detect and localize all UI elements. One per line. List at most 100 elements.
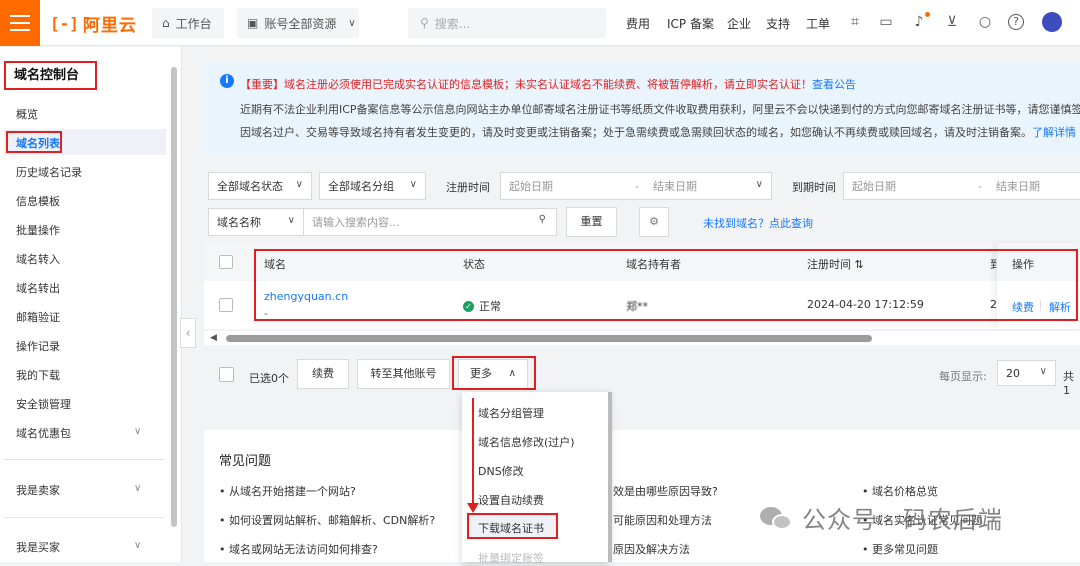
account-resources-select[interactable]: ▣ 账号全部资源 ∨ (237, 8, 359, 38)
nav-ticket[interactable]: 工单 (806, 15, 830, 32)
selected-count: 已选0个 (249, 372, 289, 385)
sidebar-item-domain-list[interactable]: 域名列表 (16, 135, 60, 151)
chevron-down-icon: ∨ (348, 17, 356, 29)
menu-icon[interactable] (0, 0, 40, 46)
faq-panel: 常见问题 • 从域名开始搭建一个网站? • 如何设置网站解析、邮箱解析、CDN解… (204, 430, 1080, 562)
domain-status-value: 全部域名状态 (217, 180, 283, 193)
sidebar-item-email-verify[interactable]: 邮箱验证 (16, 309, 60, 325)
faq-link[interactable]: • 域名或网站无法访问如何排查? (219, 541, 378, 557)
menu-item-dns-modify[interactable]: DNS修改 (478, 463, 524, 479)
learn-more-link[interactable]: 了解详情 (1032, 126, 1076, 139)
sidebar-collapse-button[interactable]: ‹ (180, 318, 196, 348)
exp-time-label: 到期时间 (792, 181, 836, 194)
transfer-account-button[interactable]: 转至其他账号 (357, 359, 450, 389)
account-resources-label: 账号全部资源 (264, 16, 337, 31)
sidebar-item-batch[interactable]: 批量操作 (16, 222, 60, 238)
highlight-box-table (254, 249, 1078, 321)
sidebar-divider (4, 517, 164, 518)
search-icon[interactable]: ⚲ (539, 214, 546, 225)
workbench-button[interactable]: ⌂ 工作台 (152, 8, 224, 38)
scroll-left-icon[interactable]: ◀ (210, 333, 217, 343)
table-hscroll-thumb[interactable] (226, 335, 872, 342)
sidebar-section-seller[interactable]: 我是卖家 (16, 482, 60, 498)
workbench-label: 工作台 (175, 16, 212, 31)
chevron-down-icon: ∨ (1039, 366, 1047, 377)
not-found-query-link[interactable]: 未找到域名？点此查询 (703, 215, 813, 231)
menu-item-download-cert[interactable]: 下载域名证书 (478, 520, 544, 536)
select-all-checkbox[interactable] (219, 255, 233, 269)
reset-button[interactable]: 重置 (566, 207, 617, 237)
nav-cost[interactable]: 费用 (626, 15, 650, 32)
sidebar-item-security-lock[interactable]: 安全锁管理 (16, 396, 71, 412)
terminal-icon[interactable]: ▭ (877, 13, 895, 31)
chevron-down-icon: ∨ (134, 426, 142, 437)
reg-date-range[interactable]: 起始日期 - 结束日期 ∨ (500, 172, 772, 200)
domain-group-value: 全部域名分组 (328, 180, 394, 193)
faq-link[interactable]: 效是由哪些原因导致? (613, 483, 718, 499)
dropdown-scrollbar[interactable] (608, 392, 612, 562)
exp-end-date[interactable]: 结束日期 (996, 178, 1040, 194)
search-input[interactable]: 请输入搜索内容... ⚲ (303, 208, 557, 236)
sidebar-item-templates[interactable]: 信息模板 (16, 193, 60, 209)
nav-enterprise[interactable]: 企业 (727, 15, 751, 32)
faq-link[interactable]: • 如何设置网站解析、邮箱解析、CDN解析? (219, 512, 435, 528)
search-icon: ⚲ (420, 16, 429, 30)
faq-link[interactable]: 原因及解决方法 (613, 541, 690, 557)
sidebar-item-downloads[interactable]: 我的下载 (16, 367, 60, 383)
sidebar-section-buyer[interactable]: 我是买家 (16, 539, 60, 555)
bulk-renew-button[interactable]: 续费 (297, 359, 349, 389)
notice-line-fraud: 近期有不法企业利用ICP备案信息等公示信息向网站主办单位邮寄域名注册证书等纸质文… (240, 103, 1080, 116)
nav-support[interactable]: 支持 (766, 15, 790, 32)
help-icon[interactable]: ? (1008, 14, 1024, 30)
faq-link[interactable]: 可能原因和处理方法 (613, 512, 712, 528)
sidebar-item-transfer-out[interactable]: 域名转出 (16, 280, 60, 296)
chevron-down-icon: ∨ (295, 179, 303, 190)
menu-item-group-manage[interactable]: 域名分组管理 (478, 405, 544, 421)
annotation-arrowhead (467, 503, 479, 513)
info-icon: i (220, 74, 234, 88)
page-size-select[interactable]: 20 ∨ (997, 360, 1056, 386)
notice-banner: i 【重要】域名注册必须使用已完成实名认证的信息模板；未实名认证域名不能续费、将… (204, 62, 1080, 156)
row-checkbox[interactable] (219, 298, 233, 312)
cart-icon[interactable]: ⊻ (943, 13, 961, 31)
sidebar-item-op-log[interactable]: 操作记录 (16, 338, 60, 354)
domain-status-select[interactable]: 全部域名状态 ∨ (208, 172, 312, 200)
avatar[interactable] (1042, 12, 1062, 32)
sidebar-item-coupons[interactable]: 域名优惠包 (16, 425, 71, 441)
exp-start-date[interactable]: 起始日期 (852, 178, 896, 194)
lightbulb-icon[interactable]: ○ (976, 13, 994, 31)
reg-end-date[interactable]: 结束日期 (653, 178, 697, 194)
reg-time-label: 注册时间 (446, 181, 490, 194)
settings-gear-icon[interactable]: ⚙ (639, 207, 669, 237)
notice-line-icp: 因域名过户、交易等导致域名持有者发生变更的，请及时变更或注销备案；处于急需续费或… (240, 124, 1076, 140)
highlight-box-more (452, 356, 536, 390)
chevron-down-icon: ∨ (755, 179, 763, 190)
bulk-select-checkbox[interactable] (219, 367, 234, 382)
chevron-down-icon: ∨ (409, 179, 417, 190)
nav-icp[interactable]: ICP 备案 (667, 15, 714, 32)
aliyun-logo[interactable]: [-] 阿里云 (50, 10, 137, 36)
sidebar-title: 域名控制台 (4, 61, 97, 90)
sidebar-item-transfer-in[interactable]: 域名转入 (16, 251, 60, 267)
notification-dot (925, 12, 930, 17)
global-search-input[interactable]: ⚲ 搜索... (408, 8, 606, 38)
search-field-value: 域名名称 (217, 216, 261, 229)
view-announcement-link[interactable]: 查看公告 (812, 78, 856, 91)
sidebar-item-history[interactable]: 历史域名记录 (16, 164, 82, 180)
exp-date-range[interactable]: 起始日期 - 结束日期 (843, 172, 1080, 200)
home-icon: ⌂ (162, 16, 170, 30)
reg-start-date[interactable]: 起始日期 (509, 178, 553, 194)
sidebar-item-overview[interactable]: 概览 (16, 106, 38, 122)
domain-group-select[interactable]: 全部域名分组 ∨ (319, 172, 426, 200)
menu-item-batch-bind[interactable]: 批量绑定账签 (478, 550, 544, 566)
sidebar-scrollbar[interactable] (171, 67, 177, 527)
faq-link[interactable]: • 从域名开始搭建一个网站? (219, 483, 356, 499)
highlight-box-download-cert: 下载域名证书 (467, 513, 558, 539)
global-search-placeholder: 搜索... (434, 16, 471, 31)
faq-link[interactable]: • 更多常见问题 (862, 541, 938, 557)
search-field-select[interactable]: 域名名称 ∨ (208, 208, 304, 236)
faq-link[interactable]: • 域名价格总览 (862, 483, 938, 499)
menu-item-info-modify[interactable]: 域名信息修改(过户) (478, 434, 575, 450)
menu-item-auto-renew[interactable]: 设置自动续费 (478, 492, 544, 508)
cloud-shell-icon[interactable]: ⌗ (846, 13, 864, 31)
